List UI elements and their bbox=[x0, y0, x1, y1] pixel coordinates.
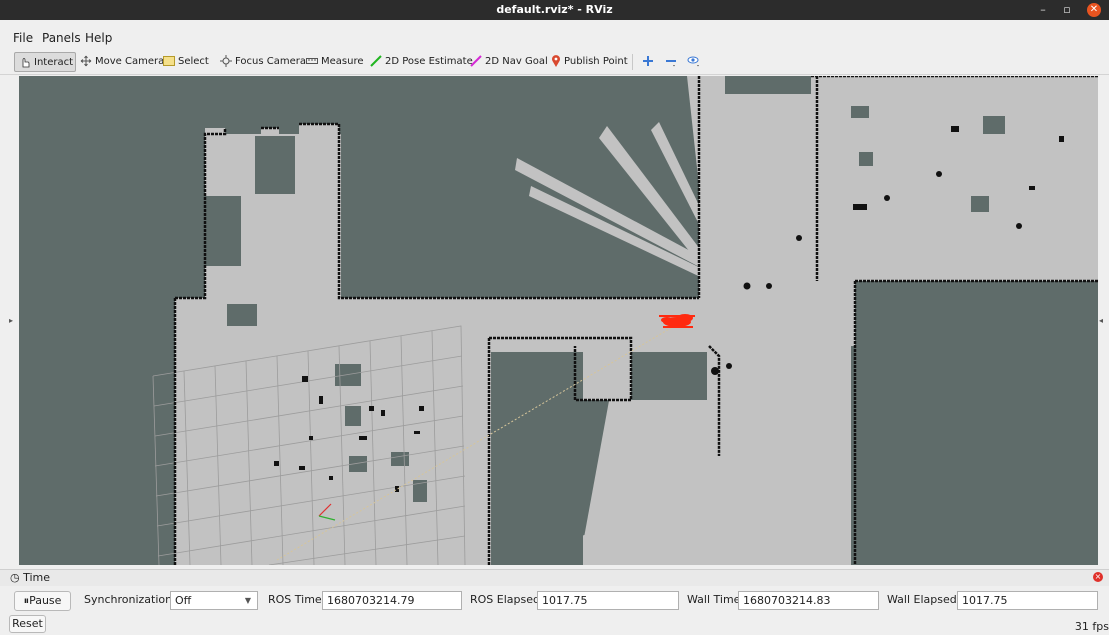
menu-bar: File Panels Help bbox=[0, 30, 1109, 46]
tool-2d-pose-estimate-label: 2D Pose Estimate bbox=[385, 56, 473, 67]
add-tool-button[interactable] bbox=[642, 52, 657, 72]
right-dock-arrow-icon[interactable]: ◂ bbox=[1099, 316, 1103, 325]
view-options-button[interactable] bbox=[687, 52, 704, 72]
time-panel-title: ◷ Time bbox=[10, 571, 51, 584]
tool-toolbar: Interact Move Camera Select Focus Camera… bbox=[0, 50, 1109, 75]
sync-value: Off bbox=[175, 594, 192, 607]
chevron-down-icon: ▼ bbox=[244, 596, 251, 605]
view-options-icon bbox=[687, 56, 699, 67]
minimize-icon[interactable]: – bbox=[1035, 0, 1051, 20]
tool-2d-nav-goal-button[interactable]: 2D Nav Goal bbox=[470, 52, 548, 72]
close-window-icon[interactable]: ✕ bbox=[1087, 3, 1101, 17]
sync-select[interactable]: Off ▼ bbox=[170, 591, 258, 610]
sync-label: Synchronization: bbox=[84, 593, 176, 606]
tool-interact-button[interactable]: Interact bbox=[14, 52, 76, 72]
ros-elapsed-label: ROS Elapsed: bbox=[470, 593, 544, 606]
reset-button[interactable]: Reset bbox=[9, 615, 46, 633]
wall-elapsed-label: Wall Elapsed: bbox=[887, 593, 961, 606]
menu-panels[interactable]: Panels bbox=[42, 30, 81, 46]
tool-move-camera-button[interactable]: Move Camera bbox=[80, 52, 164, 72]
ros-elapsed-field[interactable]: 1017.75 bbox=[537, 591, 679, 610]
tool-2d-nav-goal-label: 2D Nav Goal bbox=[485, 56, 548, 67]
tool-publish-point-button[interactable]: Publish Point bbox=[551, 52, 628, 72]
add-tool-icon bbox=[643, 56, 653, 66]
time-panel-header: ◷ Time × bbox=[0, 569, 1109, 586]
pause-button[interactable]: ⏸Pause bbox=[14, 591, 71, 611]
left-dock-arrow-icon[interactable]: ▸ bbox=[9, 316, 13, 325]
time-panel-controls: ⏸Pause Synchronization: Off ▼ ROS Time: … bbox=[0, 589, 1109, 613]
ruler-icon bbox=[306, 58, 318, 64]
remove-tool-icon bbox=[666, 60, 676, 67]
tool-measure-label: Measure bbox=[321, 56, 364, 67]
maximize-icon[interactable]: ▫ bbox=[1059, 0, 1075, 20]
green-arrow-icon bbox=[370, 55, 382, 67]
tool-interact-label: Interact bbox=[34, 57, 74, 68]
remove-tool-button[interactable] bbox=[665, 52, 680, 72]
fps-counter: 31 fps bbox=[1074, 620, 1109, 633]
focus-camera-icon bbox=[220, 55, 232, 67]
tool-measure-button[interactable]: Measure bbox=[306, 52, 364, 72]
ros-time-field[interactable]: 1680703214.79 bbox=[322, 591, 462, 610]
window-titlebar: default.rviz* - RViz – ▫ ✕ bbox=[0, 0, 1109, 20]
render-viewport[interactable] bbox=[19, 76, 1098, 565]
tool-2d-pose-estimate-button[interactable]: 2D Pose Estimate bbox=[370, 52, 473, 72]
tool-select-label: Select bbox=[178, 56, 209, 67]
tool-move-camera-label: Move Camera bbox=[95, 56, 165, 67]
tool-select-button[interactable]: Select bbox=[163, 52, 209, 72]
menu-file[interactable]: File bbox=[13, 30, 33, 46]
tool-publish-point-label: Publish Point bbox=[564, 56, 628, 67]
select-box-icon bbox=[163, 56, 175, 66]
tool-focus-camera-button[interactable]: Focus Camera bbox=[220, 52, 306, 72]
wall-elapsed-field[interactable]: 1017.75 bbox=[957, 591, 1098, 610]
tool-focus-camera-label: Focus Camera bbox=[235, 56, 306, 67]
clock-icon: ◷ bbox=[10, 571, 24, 584]
hand-pointer-icon bbox=[22, 58, 30, 68]
wall-time-field[interactable]: 1680703214.83 bbox=[738, 591, 879, 610]
ros-time-label: ROS Time: bbox=[268, 593, 326, 606]
close-panel-icon[interactable]: × bbox=[1093, 572, 1103, 582]
toolbar-separator bbox=[632, 54, 633, 70]
move-camera-icon bbox=[80, 55, 92, 67]
window-title: default.rviz* - RViz bbox=[496, 3, 613, 16]
menu-help[interactable]: Help bbox=[85, 30, 112, 46]
map-pin-icon bbox=[552, 55, 560, 67]
magenta-arrow-icon bbox=[470, 55, 482, 67]
wall-time-label: Wall Time: bbox=[687, 593, 745, 606]
occupancy-map[interactable] bbox=[19, 76, 1098, 565]
